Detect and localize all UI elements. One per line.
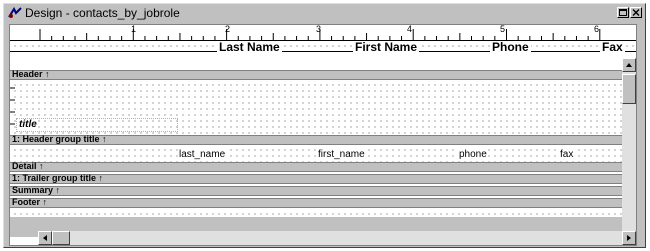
last-name-field[interactable]: last_name [178,149,227,160]
header-group-band-bar[interactable]: 1: Header group title ↑ [10,134,636,145]
footer-band-label: Footer ↑ [12,197,47,207]
close-button[interactable] [630,7,642,18]
first-name-header[interactable]: First Name [353,41,420,53]
title-field-box [16,118,178,132]
close-icon [632,9,640,16]
detail-band-bar[interactable]: Detail ↑ [10,161,636,172]
ruler-number-4: 4 [407,24,413,34]
maximize-icon [619,9,627,16]
design-window: Design - contacts_by_jobrole 1 2 3 4 5 6 [3,3,646,248]
maximize-button[interactable] [617,7,629,18]
last-name-header[interactable]: Last Name [217,41,282,53]
ruler-number-1: 1 [131,24,137,34]
trailer-group-band-bar[interactable]: 1: Trailer group title ↑ [10,173,636,184]
detail-band-label: Detail ↑ [12,161,44,171]
fax-field[interactable]: fax [559,149,575,160]
vertical-scroll-thumb[interactable] [622,74,636,104]
footer-band-bar[interactable]: Footer ↑ [10,197,636,208]
trailer-group-band-label: 1: Trailer group title ↑ [12,173,104,183]
first-name-field[interactable]: first_name [317,149,366,160]
header-band-label: Header ↑ [12,69,50,79]
header-group-band-label: 1: Header group title ↑ [12,134,107,144]
phone-header[interactable]: Phone [490,41,531,53]
fax-header[interactable]: Fax [600,41,625,53]
arrow-right-icon [627,235,631,241]
ruler-number-6: 6 [594,24,600,34]
column-header-row[interactable]: Last Name First Name Phone Fax [10,41,636,53]
footer-band-area[interactable] [10,209,636,217]
scroll-up-button[interactable] [622,58,636,72]
title-bar[interactable]: Design - contacts_by_jobrole [5,5,644,22]
design-canvas[interactable]: 1 2 3 4 5 6 Last Name First Name Phone F… [9,24,637,246]
window-title: Design - contacts_by_jobrole [25,6,180,20]
design-app-icon [8,7,22,19]
detail-band-area[interactable]: last_name first_name phone fax [10,145,636,162]
scroll-left-button[interactable] [38,231,52,245]
phone-field[interactable]: phone [458,149,488,160]
horizontal-ruler: 1 2 3 4 5 6 [10,25,636,41]
vertical-scrollbar[interactable] [622,58,636,245]
vertical-ruler-ticks [10,87,15,125]
ruler-ticks [39,29,601,40]
horizontal-scrollbar[interactable] [38,231,636,245]
scroll-right-button[interactable] [622,231,636,245]
horizontal-scroll-thumb[interactable] [52,231,70,245]
ruler-number-3: 3 [316,24,322,34]
summary-band-bar[interactable]: Summary ↑ [10,185,636,196]
ruler-number-2: 2 [225,24,231,34]
header-band-area[interactable]: title [10,80,636,135]
arrow-left-icon [43,235,47,241]
header-band-bar[interactable]: Header ↑ [10,69,636,80]
vertical-ruler [10,80,16,135]
ruler-number-5: 5 [500,24,506,34]
summary-band-label: Summary ↑ [12,185,61,195]
arrow-up-icon [626,63,632,67]
